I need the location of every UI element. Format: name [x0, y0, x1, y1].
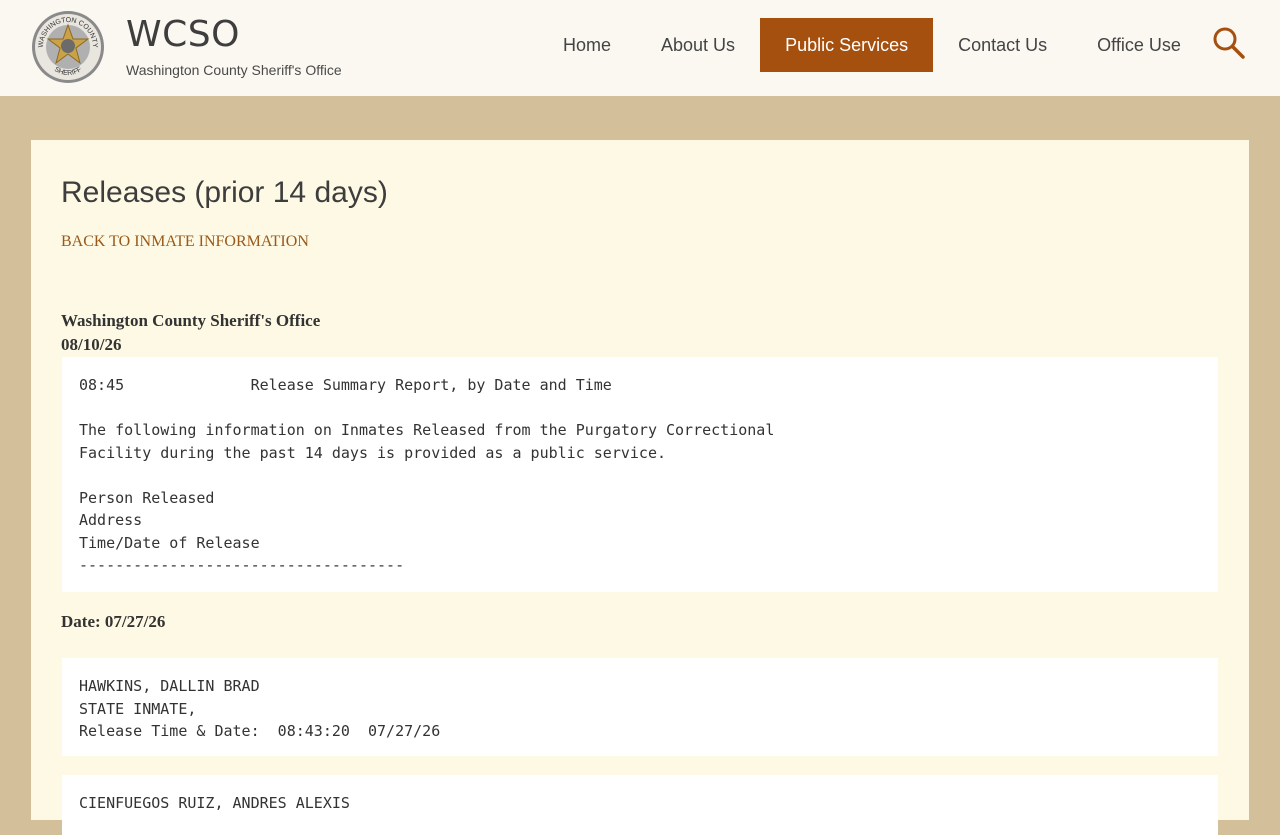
report-line: The following information on Inmates Rel…: [79, 421, 775, 439]
release-record: CIENFUEGOS RUIZ, ANDRES ALEXIS: [62, 775, 1218, 835]
release-record-name: HAWKINS, DALLIN BRAD: [79, 677, 260, 695]
main-nav: Home About Us Public Services Contact Us…: [538, 18, 1206, 72]
nav-office-use[interactable]: Office Use: [1072, 18, 1206, 72]
main-content: Releases (prior 14 days) BACK TO INMATE …: [31, 140, 1249, 835]
nav-about-us[interactable]: About Us: [636, 18, 760, 72]
report-line: Address: [79, 511, 143, 529]
nav-contact-us[interactable]: Contact Us: [933, 18, 1072, 72]
release-record-time: Release Time & Date: 08:43:20 07/27/26: [79, 722, 441, 740]
site-subtitle: Washington County Sheriff's Office: [126, 62, 342, 78]
page-title: Releases (prior 14 days): [61, 176, 388, 209]
back-to-inmate-information-link[interactable]: BACK TO INMATE INFORMATION: [61, 233, 309, 251]
release-date-label: Date: 07/27/26: [61, 612, 166, 631]
report-line: Time/Date of Release: [79, 533, 260, 552]
report-line: Person Released: [79, 488, 215, 507]
release-record: HAWKINS, DALLIN BRAD STATE INMATE, Relea…: [62, 658, 1218, 756]
site-header: WASHINGTON COUNTY SHERIFF WCSO Washingto…: [0, 0, 1280, 96]
site-title[interactable]: WCSO: [126, 14, 240, 55]
nav-home[interactable]: Home: [538, 18, 636, 72]
report-line: [79, 397, 1201, 420]
sheriff-badge-logo-icon[interactable]: WASHINGTON COUNTY SHERIFF: [31, 10, 105, 84]
release-record-name: CIENFUEGOS RUIZ, ANDRES ALEXIS: [79, 794, 350, 812]
report-line: ------------------------------------: [79, 556, 405, 574]
search-icon[interactable]: [1212, 26, 1246, 60]
release-record-address: STATE INMATE,: [79, 699, 197, 718]
report-line: [79, 464, 1201, 487]
report-org-name: Washington County Sheriff's Office: [61, 311, 321, 330]
nav-public-services[interactable]: Public Services: [760, 18, 934, 72]
report-line: 08:45 Release Summary Report, by Date an…: [79, 376, 612, 394]
report-date: 08/10/26: [61, 335, 122, 354]
report-line: Facility during the past 14 days is prov…: [79, 443, 666, 462]
report-header-box: 08:45 Release Summary Report, by Date an…: [62, 357, 1218, 592]
